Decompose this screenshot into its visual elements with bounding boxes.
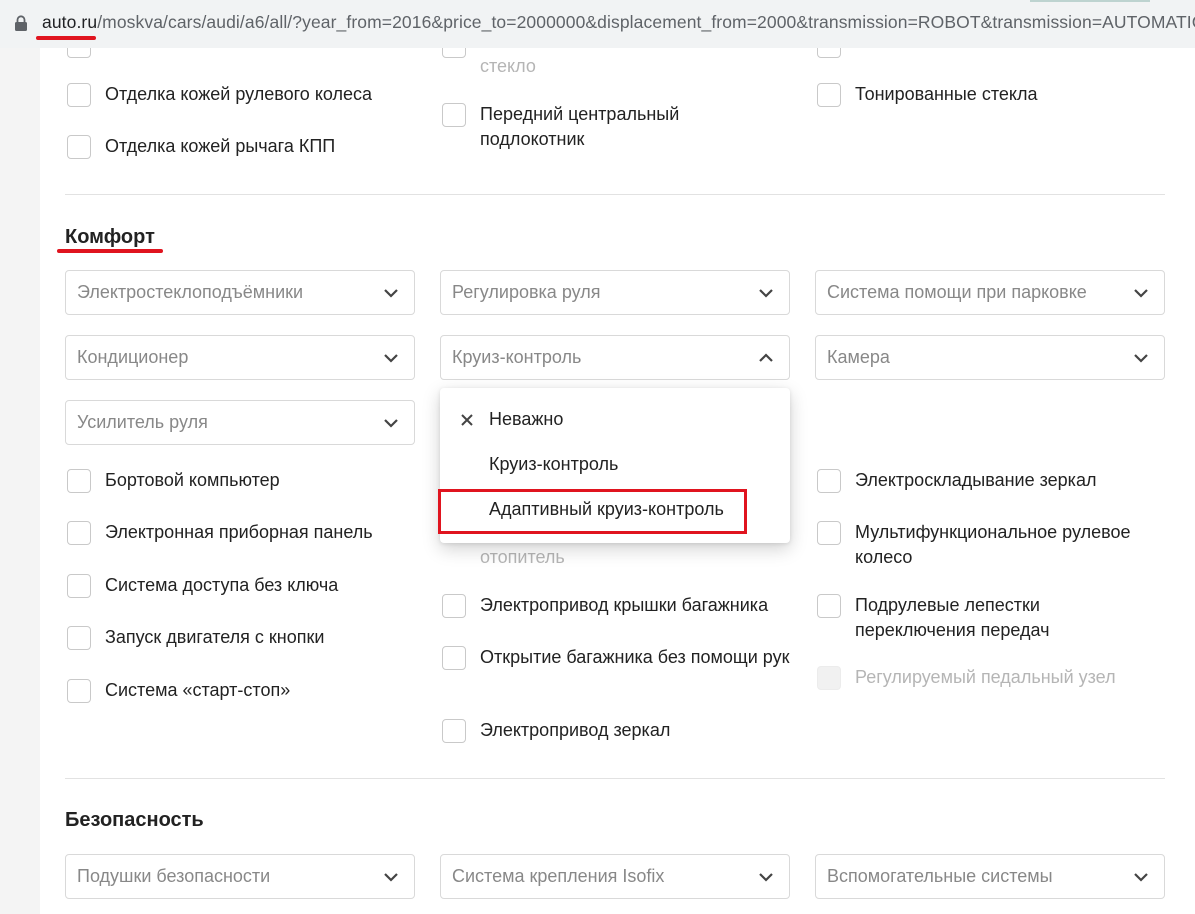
select-parking-assist[interactable]: Система помощи при парковке [815, 270, 1165, 315]
chevron-down-icon [1134, 354, 1148, 363]
checkbox[interactable] [67, 679, 91, 703]
checkbox[interactable] [67, 574, 91, 598]
section-title-safety: Безопасность [65, 809, 204, 831]
dropdown-option-any[interactable]: Неважно [489, 409, 563, 430]
option-label: Мультифункциональное рулевое колесо [855, 522, 1131, 567]
option-label: Электронная приборная панель [105, 522, 373, 542]
tab-indicator [1030, 0, 1150, 2]
checkbox[interactable] [67, 469, 91, 493]
chevron-down-icon [384, 289, 398, 298]
select-isofix[interactable]: Система крепления Isofix [440, 854, 790, 899]
checkbox[interactable] [67, 521, 91, 545]
checkbox[interactable] [67, 48, 91, 58]
select-cruise-control[interactable]: Круиз-контроль [440, 335, 790, 380]
checkbox[interactable] [67, 626, 91, 650]
option-label: Тонированные стекла [855, 84, 1038, 104]
select-placeholder: Электростеклоподъёмники [77, 282, 304, 302]
select-camera[interactable]: Камера [815, 335, 1165, 380]
chevron-down-icon [384, 354, 398, 363]
select-placeholder: Вспомогательные системы [827, 866, 1053, 886]
section-divider [65, 194, 1165, 195]
chevron-down-icon [384, 419, 398, 428]
checkbox[interactable] [67, 83, 91, 107]
option-label: Система «старт-стоп» [105, 680, 291, 700]
option-label: Подрулевые лепестки переключения передач [855, 595, 1050, 640]
checkbox[interactable] [442, 719, 466, 743]
option-label: Отделка кожей рычага КПП [105, 136, 336, 156]
option-label: Бортовой компьютер [105, 470, 280, 490]
select-placeholder: Регулировка руля [452, 282, 601, 302]
section-title-comfort: Комфорт [65, 226, 155, 248]
select-placeholder: Кондиционер [77, 347, 189, 367]
title-annotation-underline [57, 249, 163, 253]
select-steering-adjust[interactable]: Регулировка руля [440, 270, 790, 315]
checkbox[interactable] [442, 48, 466, 58]
url-text[interactable]: auto.ru/moskva/cars/audi/a6/all/?year_fr… [42, 12, 1195, 33]
checkbox[interactable] [67, 135, 91, 159]
select-assist-systems[interactable]: Вспомогательные системы [815, 854, 1165, 899]
section-divider [65, 778, 1165, 779]
chevron-down-icon [1134, 873, 1148, 882]
checkbox[interactable] [442, 103, 466, 127]
browser-address-bar: auto.ru/moskva/cars/audi/a6/all/?year_fr… [0, 0, 1195, 48]
option-label: Передний центральный подлокотник [480, 104, 680, 149]
option-label: Электроскладывание зеркал [855, 470, 1097, 490]
select-airbags[interactable]: Подушки безопасности [65, 854, 415, 899]
checkbox[interactable] [817, 48, 841, 58]
select-power-steering[interactable]: Усилитель руля [65, 400, 415, 445]
option-label: Открытие багажника без помощи рук [480, 647, 790, 667]
select-air-conditioner[interactable]: Кондиционер [65, 335, 415, 380]
url-annotation-underline [36, 36, 96, 40]
checkbox[interactable] [817, 521, 841, 545]
option-label: Регулируемый педальный узел [855, 667, 1116, 687]
dropdown-option-cruise[interactable]: Круиз-контроль [489, 454, 618, 475]
chevron-down-icon [759, 289, 773, 298]
checkbox[interactable] [817, 594, 841, 618]
url-domain: auto.ru [42, 12, 98, 32]
close-icon [461, 414, 473, 426]
select-power-windows[interactable]: Электростеклоподъёмники [65, 270, 415, 315]
chevron-up-icon [759, 353, 773, 362]
option-label: Отделка кожей рулевого колеса [105, 84, 373, 104]
option-label: Запуск двигателя с кнопки [105, 627, 325, 647]
checkbox[interactable] [817, 83, 841, 107]
url-path: /moskva/cars/audi/a6/all/?year_from=2016… [97, 12, 1195, 32]
option-label: Система доступа без ключа [105, 575, 339, 595]
chevron-down-icon [759, 873, 773, 882]
select-placeholder: Камера [827, 347, 890, 367]
option-label: Электропривод крышки багажника [480, 595, 769, 615]
checkbox[interactable] [442, 594, 466, 618]
select-placeholder: Система помощи при парковке [827, 282, 1087, 302]
select-placeholder: Подушки безопасности [77, 866, 271, 886]
chevron-down-icon [384, 873, 398, 882]
option-label: отопитель [480, 547, 565, 567]
select-placeholder: Усилитель руля [77, 412, 208, 432]
option-label: стекло [480, 56, 536, 76]
lock-icon [15, 15, 27, 31]
checkbox[interactable] [817, 469, 841, 493]
option-label: Электропривод зеркал [480, 720, 671, 740]
annotation-highlight-box [438, 489, 747, 534]
checkbox-disabled [817, 666, 841, 690]
checkbox[interactable] [442, 646, 466, 670]
select-placeholder: Система крепления Isofix [452, 866, 665, 886]
chevron-down-icon [1134, 289, 1148, 298]
filter-page: стекло Отделка кожей рулевого колеса Отд… [40, 48, 1195, 914]
select-placeholder: Круиз-контроль [452, 347, 582, 367]
